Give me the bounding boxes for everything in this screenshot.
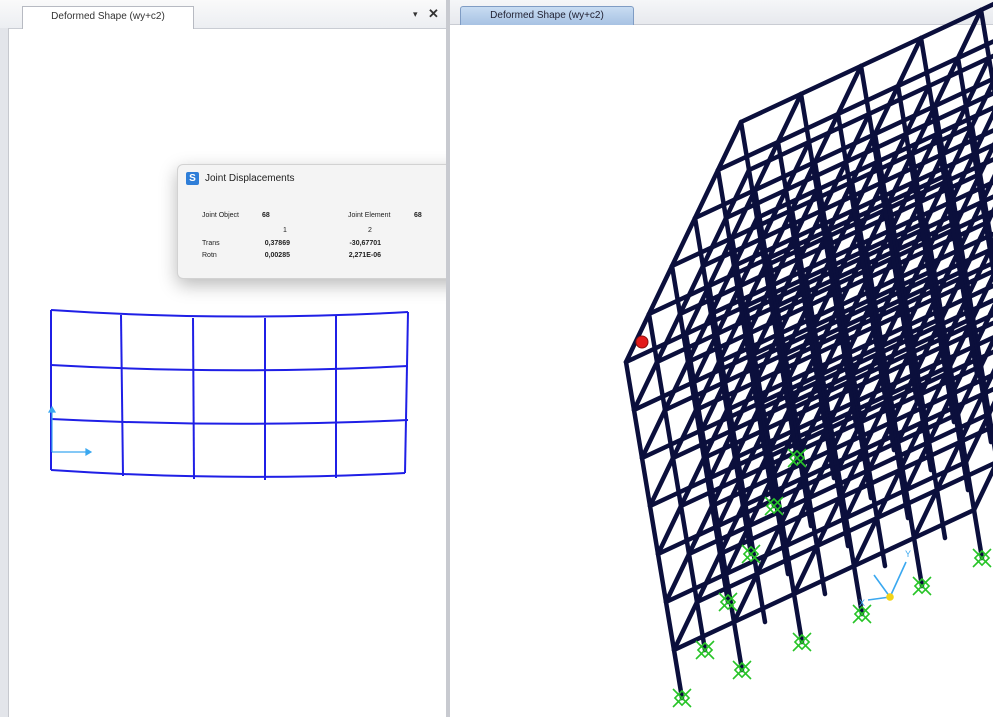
support-icon [732,660,752,680]
column-line [192,317,195,480]
right-view-pane[interactable]: Deformed Shape (wy+c2) X Y [450,0,993,717]
axis-triad-icon [867,561,907,601]
support-icon [792,632,812,652]
beam-line [50,309,409,318]
joint-element-value: 68 [414,212,422,219]
support-icon [787,448,807,468]
joint-object-value: 68 [262,212,270,219]
dialog-title: Joint Displacements [205,173,295,184]
column-line [120,314,124,477]
support-icon [695,640,715,660]
row-label: Trans [202,240,220,247]
beam-line [50,469,406,478]
selected-joint-marker [635,335,649,349]
sap-app-icon: S [186,172,199,185]
deformed-frame-2d[interactable] [0,0,446,717]
trans-value: -30,67701 [349,240,381,247]
support-icon [912,576,932,596]
support-icon [718,592,738,612]
beam-line [50,364,409,372]
column-header: 2 [368,227,372,234]
row-label: Rotn [202,252,217,259]
axis-label-x: X [859,598,865,608]
trans-value: 0,37869 [264,240,290,247]
axis-triad-icon [47,405,93,457]
column-header: 1 [283,227,287,234]
axis-label-y: Y [905,549,911,559]
deformed-frame-3d[interactable]: X Y [450,0,993,717]
support-icon [764,496,784,516]
rotn-value: 2,271E-06 [348,252,381,259]
rotn-value: 0,00285 [264,252,290,259]
column-line [404,311,409,474]
left-view-pane[interactable]: Deformed Shape (wy+c2) ▾ ✕ S Joint Displ… [0,0,512,717]
beam-3d[interactable] [978,0,993,13]
beam-line [50,418,409,425]
support-icon [741,544,761,564]
support-icon [672,688,692,708]
joint-object-label: Joint Object [202,212,239,219]
column-3d[interactable] [623,359,685,701]
joint-element-label: Joint Element [348,212,391,219]
support-icon [972,548,992,568]
